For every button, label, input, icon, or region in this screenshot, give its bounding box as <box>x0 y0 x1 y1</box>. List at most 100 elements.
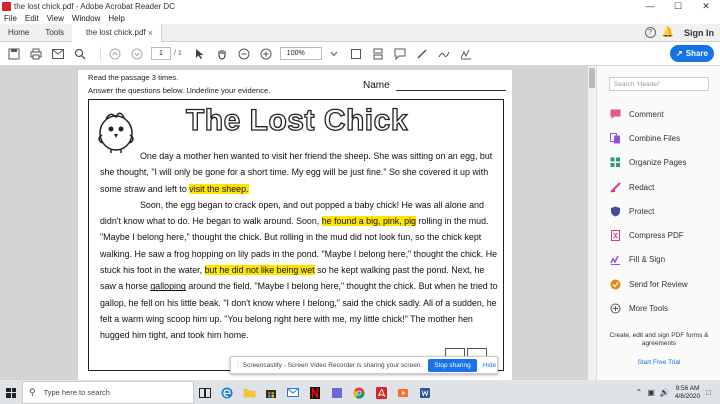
page-total: / 1 <box>174 50 182 57</box>
story-paragraph-1: One day a mother hen wanted to visit her… <box>100 151 493 194</box>
comment-tool-icon[interactable] <box>392 46 408 62</box>
word-icon[interactable] <box>414 381 436 404</box>
highlighted-evidence: visit the sheep. <box>189 183 249 194</box>
tool-send-for-review[interactable]: Send for Review <box>609 272 688 296</box>
tool-redact[interactable]: Redact <box>609 175 688 199</box>
store-icon[interactable] <box>260 381 282 404</box>
taskbar-search-input[interactable]: ⚲ Type here to search <box>22 381 194 404</box>
acrobat-taskbar-icon[interactable] <box>370 381 392 404</box>
start-free-trial-link[interactable]: Start Free Trial <box>607 359 711 366</box>
drag-grip-icon[interactable]: ⦙ <box>237 360 239 370</box>
menu-bar: File Edit View Window Help <box>0 12 720 24</box>
mail-icon[interactable] <box>282 381 304 404</box>
menu-window[interactable]: Window <box>72 14 100 23</box>
draw-icon[interactable] <box>436 46 452 62</box>
story-title: The Lost Chick <box>185 103 409 137</box>
toolbar-divider <box>100 46 101 61</box>
tool-comment[interactable]: Comment <box>609 102 688 126</box>
help-icon[interactable]: ? <box>644 27 656 38</box>
netflix-icon[interactable] <box>304 381 326 404</box>
tab-tools[interactable]: Tools <box>37 24 72 42</box>
taskbar-search-placeholder: Type here to search <box>43 388 110 397</box>
scrollbar-thumb[interactable] <box>589 68 595 88</box>
next-page-icon[interactable] <box>129 46 145 62</box>
screencastify-icon[interactable] <box>392 381 414 404</box>
search-icon: ⚲ <box>29 387 36 397</box>
save-icon[interactable] <box>6 46 22 62</box>
close-window-button[interactable]: ✕ <box>692 1 720 12</box>
volume-icon[interactable]: 🔊 <box>660 388 670 397</box>
menu-help[interactable]: Help <box>108 14 124 23</box>
organize-pages-icon <box>609 157 621 169</box>
menu-edit[interactable]: Edit <box>25 14 39 23</box>
stop-sharing-button[interactable]: Stop sharing <box>428 358 477 372</box>
email-icon[interactable] <box>50 46 66 62</box>
sharing-message: Screencastify - Screen Video Recorder is… <box>242 361 423 369</box>
screen-sharing-bar: ⦙ Screencastify - Screen Video Recorder … <box>230 356 498 374</box>
highlight-pen-icon[interactable] <box>414 46 430 62</box>
tool-organize-pages[interactable]: Organize Pages <box>609 151 688 175</box>
tools-pane: Search 'Header' Comment Combine Files Or… <box>596 66 720 380</box>
tool-label: Organize Pages <box>629 158 687 168</box>
minimize-button[interactable]: — <box>636 1 664 12</box>
tool-more-tools[interactable]: More Tools <box>609 296 688 320</box>
tab-home[interactable]: Home <box>0 24 37 42</box>
select-cursor-icon[interactable] <box>192 46 208 62</box>
tool-label: Combine Files <box>629 133 681 143</box>
search-icon[interactable] <box>72 46 88 62</box>
sign-in-button[interactable]: Sign In <box>684 28 714 38</box>
underlined-evidence: galloping <box>150 281 186 292</box>
print-icon[interactable] <box>28 46 44 62</box>
zoom-dropdown-chevron-icon[interactable] <box>326 46 342 62</box>
name-label: Name <box>363 80 390 91</box>
clock[interactable]: 9:56 AM 4/8/2020 <box>675 385 700 401</box>
share-button[interactable]: ↗ Share <box>670 45 714 62</box>
tool-fill-sign[interactable]: Fill & Sign <box>609 248 688 272</box>
menu-view[interactable]: View <box>47 14 64 23</box>
tool-compress-pdf[interactable]: Compress PDF <box>609 223 688 247</box>
tray-up-chevron-icon[interactable]: ⌃ <box>636 388 643 397</box>
share-button-label: Share <box>685 49 708 58</box>
zoom-out-icon[interactable] <box>236 46 252 62</box>
start-button[interactable] <box>0 381 22 404</box>
promo-text: Create, edit and sign PDF forms & agreem… <box>609 332 709 347</box>
hand-tool-icon[interactable] <box>214 46 230 62</box>
tab-document[interactable]: the lost chick.pdf × <box>72 23 163 42</box>
zoom-level-select[interactable]: 100% <box>279 47 322 60</box>
tab-document-label: the lost chick.pdf <box>86 28 146 37</box>
sign-icon[interactable] <box>458 46 474 62</box>
notification-bell-icon[interactable]: 🔔 <box>662 27 674 38</box>
protect-icon <box>609 205 621 217</box>
tool-protect[interactable]: Protect <box>609 199 688 223</box>
maximize-button[interactable]: ☐ <box>664 1 692 12</box>
window-controls: — ☐ ✕ <box>636 1 720 12</box>
share-icon: ↗ <box>676 49 683 58</box>
network-icon[interactable]: ▣ <box>647 388 655 397</box>
previous-page-icon[interactable] <box>107 46 123 62</box>
tool-label: Redact <box>629 182 655 192</box>
send-review-icon <box>609 278 621 290</box>
file-explorer-icon[interactable] <box>238 381 260 404</box>
tool-combine-files[interactable]: Combine Files <box>609 126 688 150</box>
chrome-icon[interactable] <box>348 381 370 404</box>
tool-label: Protect <box>629 206 655 216</box>
title-bar: the lost chick.pdf - Adobe Acrobat Reade… <box>0 0 720 12</box>
document-viewport[interactable]: Read the passage 3 times. Answer the que… <box>0 66 596 380</box>
scroll-mode-icon[interactable] <box>370 46 386 62</box>
vertical-scrollbar[interactable] <box>588 66 596 380</box>
instruction-read: Read the passage 3 times. <box>88 73 179 82</box>
edge-browser-icon[interactable] <box>216 381 238 404</box>
notifications-icon[interactable]: □ <box>706 388 711 397</box>
hide-sharing-bar-button[interactable]: Hide <box>483 362 496 369</box>
app-grid-icon[interactable] <box>326 381 348 404</box>
menu-file[interactable]: File <box>4 14 17 23</box>
comment-icon <box>609 108 621 120</box>
tools-search-input[interactable]: Search 'Header' <box>609 77 709 91</box>
page-number-input[interactable]: 1 <box>151 47 171 60</box>
system-tray: ⌃ ▣ 🔊 9:56 AM 4/8/2020 □ <box>636 385 720 401</box>
more-tools-icon <box>609 303 621 315</box>
tab-close-icon[interactable]: × <box>148 28 153 38</box>
fit-page-icon[interactable] <box>348 46 364 62</box>
task-view-icon[interactable] <box>194 381 216 404</box>
zoom-in-icon[interactable] <box>258 46 274 62</box>
